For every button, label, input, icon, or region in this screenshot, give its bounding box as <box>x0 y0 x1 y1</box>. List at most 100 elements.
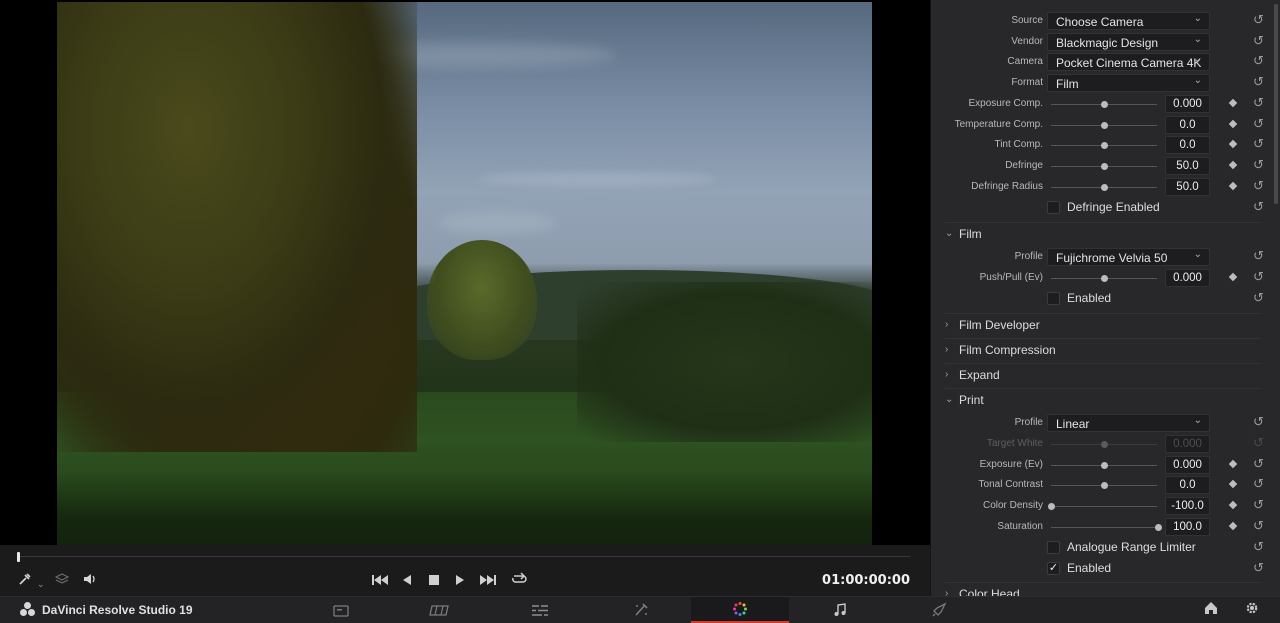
expand-section-header[interactable]: › Expand <box>945 363 1261 387</box>
tab-color[interactable] <box>691 597 789 623</box>
slider-knob[interactable] <box>1101 275 1108 282</box>
keyframe-diamond-icon[interactable] <box>1228 181 1238 191</box>
reset-icon[interactable]: ↺ <box>1253 137 1264 151</box>
source-dropdown[interactable]: Choose Camera ⌄ <box>1047 12 1210 30</box>
chevron-down-icon[interactable]: ⌄ <box>37 575 45 593</box>
reset-icon[interactable]: ↺ <box>1253 291 1264 305</box>
reset-icon[interactable]: ↺ <box>1253 179 1264 193</box>
film-profile-dropdown[interactable]: Fujichrome Velvia 50 ⌄ <box>1047 248 1210 266</box>
reset-icon[interactable]: ↺ <box>1253 498 1264 512</box>
print-section-header[interactable]: ⌄ Print <box>945 388 1261 412</box>
play-icon[interactable] <box>455 572 465 590</box>
reset-icon[interactable]: ↺ <box>1253 540 1264 554</box>
slider-knob[interactable] <box>1101 142 1108 149</box>
keyframe-diamond-icon[interactable] <box>1228 479 1238 489</box>
defringe-slider[interactable] <box>1051 163 1157 170</box>
tab-edit[interactable] <box>491 597 589 623</box>
format-dropdown[interactable]: Film ⌄ <box>1047 74 1210 92</box>
timeline-scrubber[interactable] <box>0 545 930 567</box>
print-exposure-slider[interactable] <box>1051 462 1157 469</box>
saturation-slider[interactable] <box>1051 524 1162 531</box>
keyframe-diamond-icon[interactable] <box>1228 272 1238 282</box>
tab-cut[interactable] <box>391 597 489 623</box>
brand: DaVinci Resolve Studio 19 <box>20 602 193 617</box>
push-pull-field[interactable]: 0.000 <box>1165 269 1210 287</box>
tint-comp-slider[interactable] <box>1051 142 1157 149</box>
film-developer-section-header[interactable]: › Film Developer <box>945 313 1261 337</box>
defringe-radius-slider[interactable] <box>1051 184 1157 191</box>
skip-to-end-icon[interactable] <box>479 572 497 590</box>
defringe-enabled-checkbox[interactable] <box>1047 201 1060 214</box>
keyframe-diamond-icon[interactable] <box>1228 139 1238 149</box>
exposure-comp-slider[interactable] <box>1051 101 1157 108</box>
tonal-contrast-field[interactable]: 0.0 <box>1165 476 1210 494</box>
slider-knob[interactable] <box>1048 503 1055 510</box>
slider-knob[interactable] <box>1101 184 1108 191</box>
reset-icon[interactable]: ↺ <box>1253 75 1264 89</box>
loop-icon[interactable] <box>510 572 528 590</box>
reset-icon[interactable]: ↺ <box>1253 34 1264 48</box>
reset-icon[interactable]: ↺ <box>1253 477 1264 491</box>
print-profile-dropdown[interactable]: Linear ⌄ <box>1047 414 1210 432</box>
tint-comp-field[interactable]: 0.0 <box>1165 136 1210 154</box>
slider-knob[interactable] <box>1155 524 1162 531</box>
print-exposure-field[interactable]: 0.000 <box>1165 456 1210 474</box>
reset-icon[interactable]: ↺ <box>1253 249 1264 263</box>
stop-icon[interactable] <box>428 572 440 590</box>
keyframe-diamond-icon[interactable] <box>1228 459 1238 469</box>
temperature-comp-field[interactable]: 0.0 <box>1165 116 1210 134</box>
gear-icon[interactable] <box>1245 601 1259 618</box>
defringe-radius-field[interactable]: 50.0 <box>1165 178 1210 196</box>
color-head-section-header[interactable]: › Color Head <box>945 582 1261 596</box>
tab-media[interactable] <box>292 597 390 623</box>
temperature-comp-slider[interactable] <box>1051 122 1157 129</box>
tonal-contrast-slider[interactable] <box>1051 482 1157 489</box>
reset-icon[interactable]: ↺ <box>1253 158 1264 172</box>
keyframe-diamond-icon[interactable] <box>1228 160 1238 170</box>
slider-knob[interactable] <box>1101 122 1108 129</box>
skip-to-start-icon[interactable] <box>371 572 389 590</box>
vendor-dropdown[interactable]: Blackmagic Design ⌄ <box>1047 33 1210 51</box>
slider-knob[interactable] <box>1101 163 1108 170</box>
reset-icon[interactable]: ↺ <box>1253 54 1264 68</box>
camera-row: Camera Pocket Cinema Camera 4K ⌄ ↺ <box>931 52 1275 72</box>
tab-fusion[interactable] <box>592 597 690 623</box>
reset-icon[interactable]: ↺ <box>1253 117 1264 131</box>
scrubber-track[interactable] <box>18 556 910 557</box>
keyframe-diamond-icon[interactable] <box>1228 500 1238 510</box>
keyframe-diamond-icon[interactable] <box>1228 98 1238 108</box>
eyedropper-icon[interactable] <box>18 572 32 590</box>
defringe-field[interactable]: 50.0 <box>1165 157 1210 175</box>
tab-deliver[interactable] <box>890 597 988 623</box>
saturation-field[interactable]: 100.0 <box>1165 518 1210 536</box>
slider-knob[interactable] <box>1101 462 1108 469</box>
slider-knob[interactable] <box>1101 101 1108 108</box>
slider-knob[interactable] <box>1101 482 1108 489</box>
reset-icon[interactable]: ↺ <box>1253 13 1264 27</box>
home-icon[interactable] <box>1204 601 1218 618</box>
camera-dropdown[interactable]: Pocket Cinema Camera 4K ⌄ <box>1047 53 1210 71</box>
speaker-icon[interactable] <box>82 572 98 590</box>
reset-icon[interactable]: ↺ <box>1253 519 1264 533</box>
analogue-range-limiter-checkbox[interactable] <box>1047 541 1060 554</box>
tab-fairlight[interactable] <box>791 597 889 623</box>
reset-icon[interactable]: ↺ <box>1253 270 1264 284</box>
play-reverse-icon[interactable] <box>402 572 412 590</box>
exposure-comp-field[interactable]: 0.000 <box>1165 95 1210 113</box>
reset-icon[interactable]: ↺ <box>1253 200 1264 214</box>
playhead[interactable] <box>17 552 20 562</box>
reset-icon[interactable]: ↺ <box>1253 96 1264 110</box>
color-density-slider[interactable] <box>1048 503 1157 510</box>
push-pull-slider[interactable] <box>1051 275 1157 282</box>
reset-icon[interactable]: ↺ <box>1253 457 1264 471</box>
film-section-header[interactable]: ⌄ Film <box>945 222 1261 246</box>
color-density-field[interactable]: -100.0 <box>1165 497 1210 515</box>
keyframe-diamond-icon[interactable] <box>1228 521 1238 531</box>
print-enabled-checkbox[interactable]: ✓ <box>1047 562 1060 575</box>
layers-icon[interactable] <box>54 572 70 590</box>
keyframe-diamond-icon[interactable] <box>1228 119 1238 129</box>
film-enabled-checkbox[interactable] <box>1047 292 1060 305</box>
film-compression-section-header[interactable]: › Film Compression <box>945 338 1261 362</box>
reset-icon[interactable]: ↺ <box>1253 415 1264 429</box>
reset-icon[interactable]: ↺ <box>1253 561 1264 575</box>
